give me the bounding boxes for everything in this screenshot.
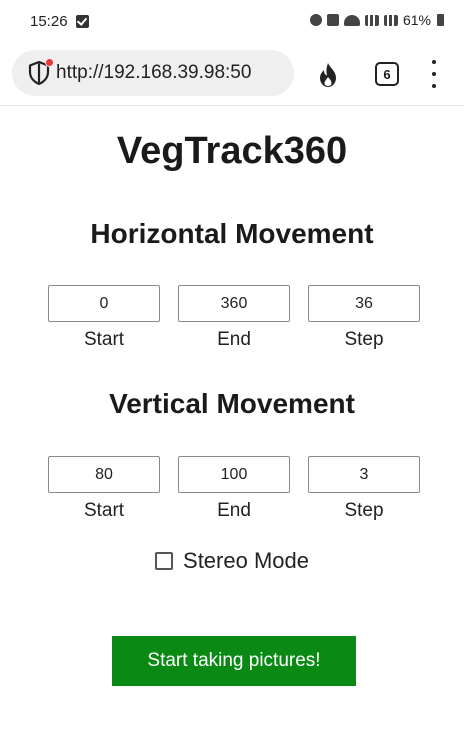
horizontal-start-label: Start [83, 329, 125, 350]
signal-icon-2 [383, 14, 398, 26]
alarm-icon [309, 14, 322, 26]
horizontal-movement-heading: Horizontal Movement [90, 218, 374, 249]
vertical-start-input[interactable] [48, 456, 160, 493]
shield-icon[interactable] [28, 58, 54, 85]
signal-icon [364, 14, 379, 26]
vertical-start-field: Start [48, 456, 160, 522]
status-bar: 15:26 61% [0, 0, 464, 44]
status-icons: 61% [309, 12, 444, 28]
stereo-mode-option[interactable]: Stereo Mode [0, 548, 464, 574]
start-taking-pictures-button[interactable]: Start taking pictures! [112, 636, 356, 686]
wifi-icon [343, 14, 360, 26]
notification-check-icon [76, 15, 89, 28]
url-text[interactable]: http://192.168.39.98:50 [56, 62, 251, 84]
status-time: 15:26 [30, 13, 68, 30]
address-bar[interactable]: http://192.168.39.98:50 [12, 50, 294, 96]
stereo-mode-label[interactable]: Stereo Mode [183, 548, 309, 574]
horizontal-end-field: End [178, 285, 290, 351]
vertical-step-input[interactable] [308, 456, 420, 493]
vertical-end-field: End [178, 456, 290, 522]
browser-toolbar: http://192.168.39.98:50 6 [0, 44, 464, 106]
battery-percent: 61% [402, 12, 431, 28]
vertical-step-label: Step [344, 500, 384, 521]
vertical-step-field: Step [308, 456, 420, 522]
alert-dot-icon [45, 58, 54, 67]
battery-icon [437, 14, 444, 26]
overflow-menu-icon[interactable] [430, 60, 438, 88]
flame-icon[interactable] [317, 62, 339, 93]
horizontal-start-input[interactable] [48, 285, 160, 322]
tabs-count-button[interactable]: 6 [375, 62, 399, 86]
horizontal-start-field: Start [48, 285, 160, 351]
mute-icon [326, 14, 339, 26]
vertical-movement-heading: Vertical Movement [109, 388, 355, 419]
stereo-mode-checkbox[interactable] [155, 552, 174, 570]
horizontal-end-label: End [217, 329, 251, 350]
page-title: VegTrack360 [116, 130, 348, 172]
vertical-end-label: End [217, 500, 251, 521]
horizontal-step-label: Step [344, 329, 384, 350]
vertical-start-label: Start [83, 500, 125, 521]
horizontal-end-input[interactable] [178, 285, 290, 322]
horizontal-step-input[interactable] [308, 285, 420, 322]
horizontal-step-field: Step [308, 285, 420, 351]
vertical-end-input[interactable] [178, 456, 290, 493]
